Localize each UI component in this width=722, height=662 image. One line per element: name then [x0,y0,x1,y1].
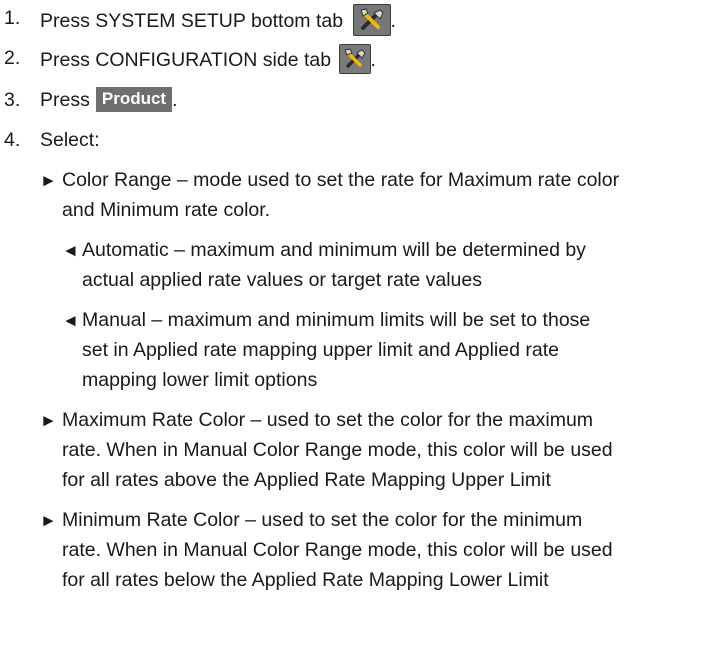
bullet-marker: ► [40,511,57,530]
option-minimum-rate-color: ► Minimum Rate Color – used to set the co… [40,508,582,533]
option-line: for all rates above the Applied Rate Map… [62,469,551,491]
tools-icon [352,4,391,36]
option-line: Manual – maximum and minimum limits will… [82,309,591,331]
step-text: Press SYSTEM SETUP bottom tab [40,10,344,33]
option-line: for all rates below the Applied Rate Map… [62,569,549,591]
step-text: Select: [40,129,100,151]
option-line: Maximum Rate Color – used to set the col… [62,409,594,431]
option-line: rate. When in Manual Color Range mode, t… [62,539,613,561]
bullet-marker: ◄ [62,241,79,260]
step-suffix: . [390,10,396,33]
option-line: set in Applied rate mapping upper limit … [82,339,559,361]
option-line: rate. When in Manual Color Range mode, t… [62,439,613,461]
option-line: mapping lower limit options [82,369,318,391]
option-line: Color Range – mode used to set the rate … [62,169,620,191]
step-text: Press CONFIGURATION side tab [40,49,332,72]
option-line: Automatic – maximum and minimum will be … [82,239,586,261]
step-suffix: . [370,49,376,72]
sub-option-automatic: ◄ Automatic – maximum and minimum will be… [62,238,586,263]
step-text: Press [40,89,90,111]
option-color-range: ► Color Range – mode used to set the rate… [40,168,619,193]
step-number: 2. [4,47,21,69]
step-number: 1. [4,7,21,29]
option-line: and Minimum rate color. [62,199,271,221]
tools-icon [338,44,371,74]
bullet-marker: ◄ [62,311,79,330]
option-maximum-rate-color: ► Maximum Rate Color – used to set the co… [40,408,593,433]
option-line: Minimum Rate Color – used to set the col… [62,509,583,531]
sub-option-manual: ◄ Manual – maximum and minimum limits wil… [62,308,590,333]
step-number: 4. [4,129,21,151]
step-suffix: . [172,89,178,111]
product-button[interactable]: Product [95,87,173,113]
step-number: 3. [4,89,21,111]
bullet-marker: ► [40,171,57,190]
document: 1. Press SYSTEM SETUP bottom tab . 2. Pr… [0,0,722,662]
option-line: actual applied rate values or target rat… [82,269,482,291]
bullet-marker: ► [40,411,57,430]
